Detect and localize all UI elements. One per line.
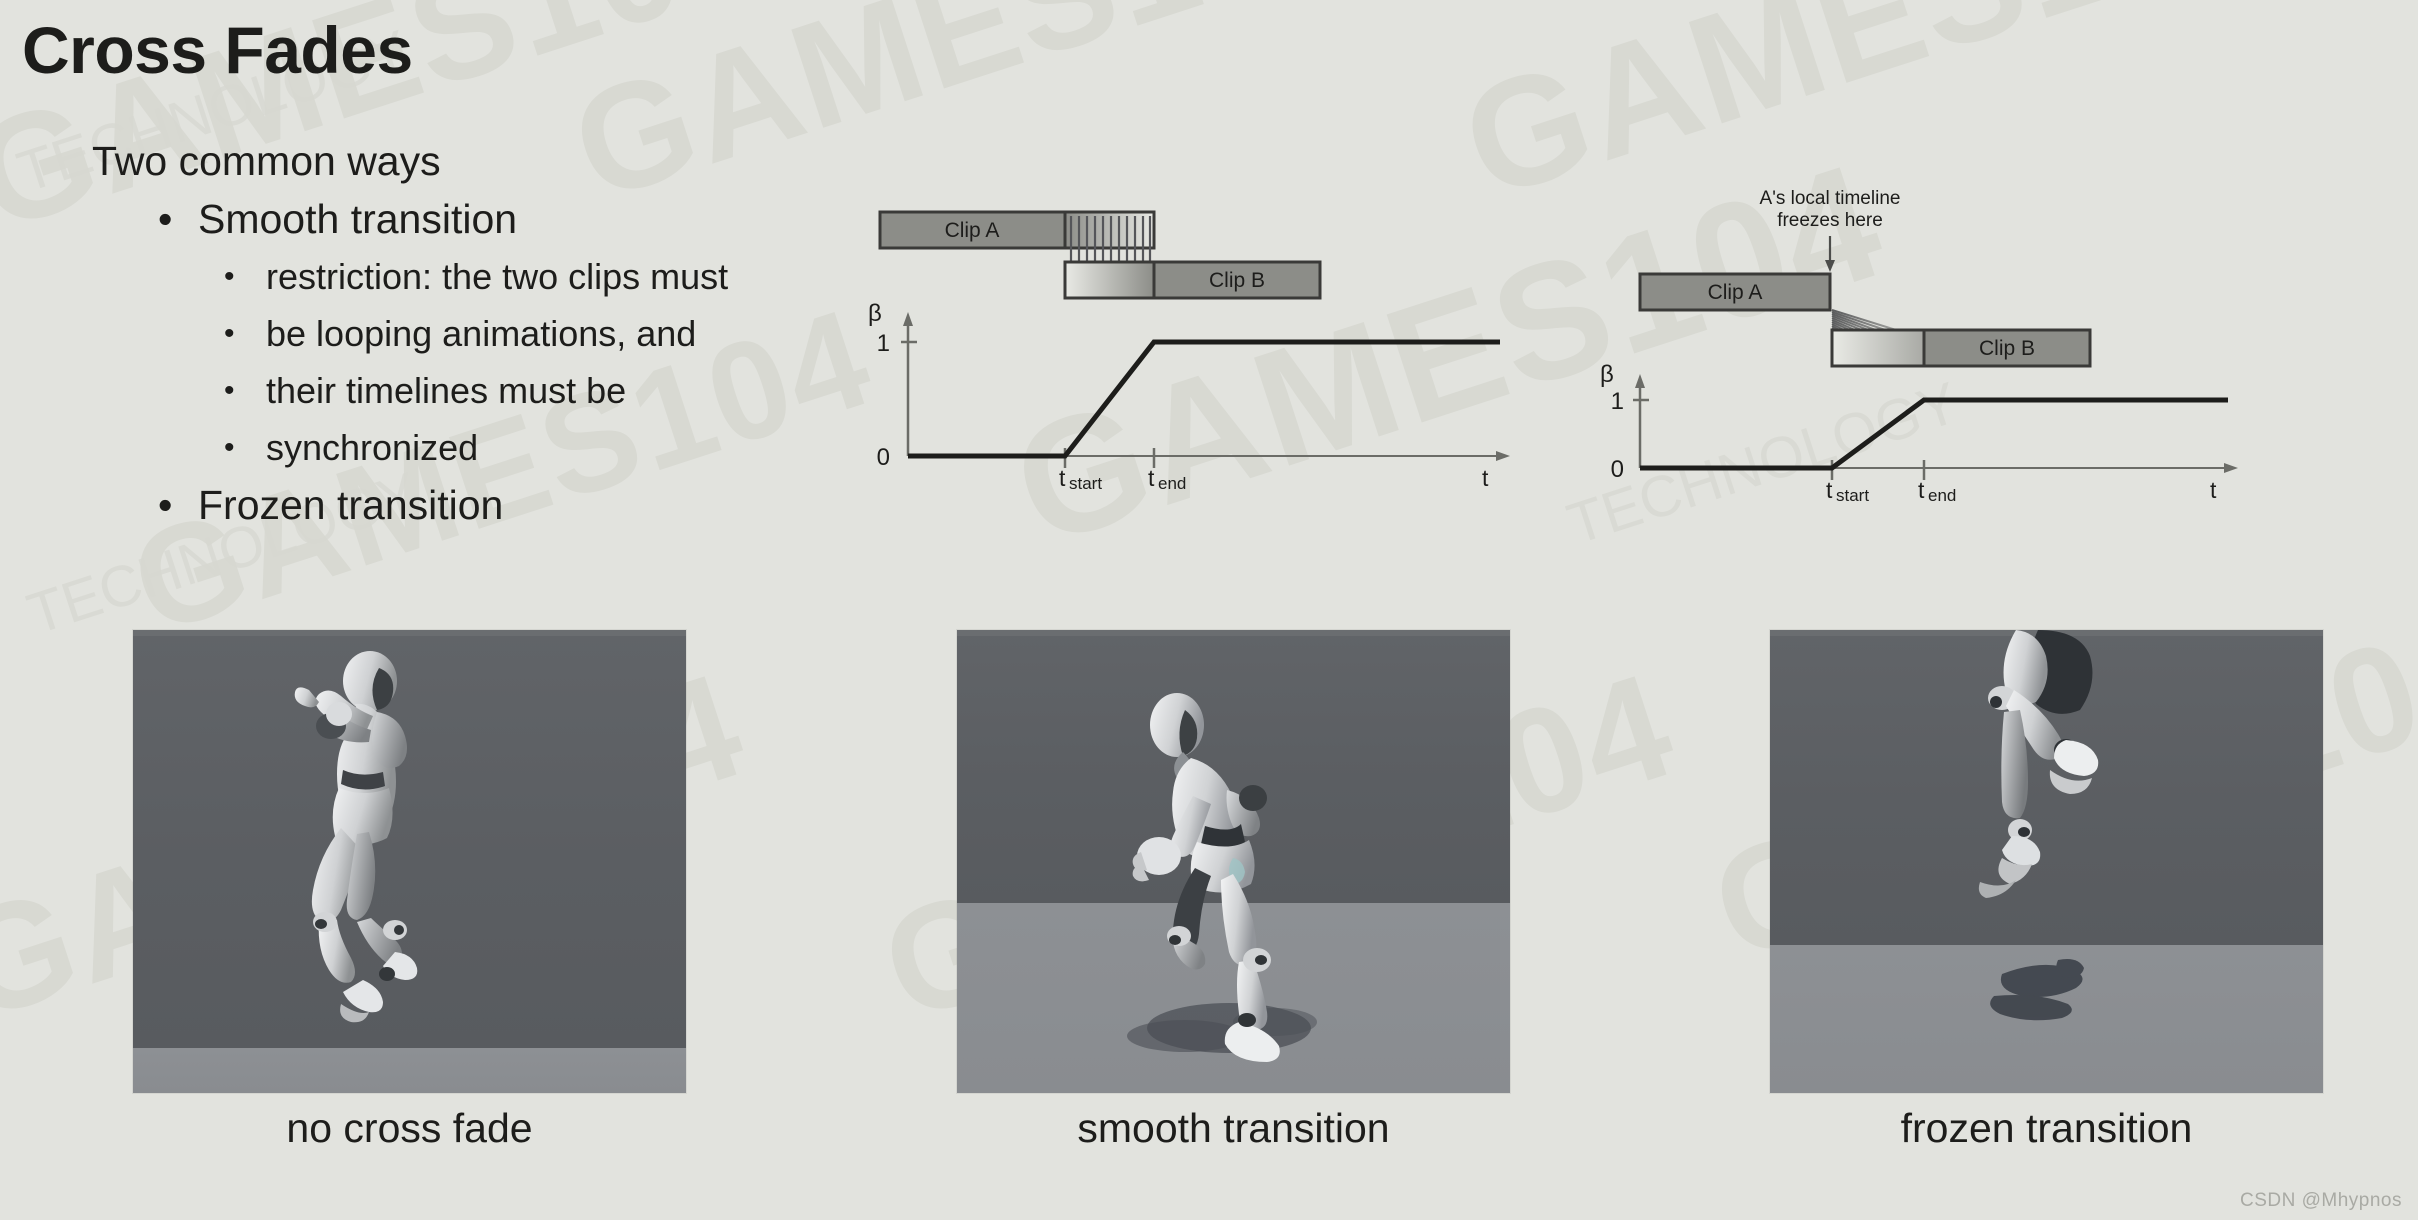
svg-text:start: start — [1836, 486, 1869, 505]
svg-text:t: t — [1826, 477, 1833, 503]
beta-curve-frozen — [1640, 397, 2228, 471]
bullet-restriction-line-3: • their timelines must be — [222, 362, 940, 419]
y-tick-1-smooth: 1 — [877, 330, 890, 357]
bullet-restriction-line-4-text: synchronized — [266, 427, 479, 468]
caption-smooth-transition: smooth transition — [1077, 1105, 1390, 1151]
beta-curve-smooth — [908, 339, 1500, 459]
annotation-arrowhead-icon — [1825, 260, 1835, 272]
panel-no-cross-fade — [133, 630, 686, 1093]
t-start-label-frozen: t start — [1826, 477, 1869, 505]
y-tick-0-frozen: 0 — [1611, 456, 1624, 483]
svg-text:end: end — [1158, 474, 1186, 493]
character-jump-pose — [294, 651, 418, 1023]
slide-canvas: GAMES104 GAMES104 GAMES104 GAMES104 GAME… — [0, 0, 2418, 1220]
bullet-restriction-line-2-text: be looping animations, and — [266, 313, 697, 354]
bullet-smooth-transition: Smooth transition — [158, 190, 940, 248]
credit-watermark: CSDN @Mhypnos — [2240, 1190, 2402, 1211]
t-axis-label-frozen: t — [2210, 477, 2217, 503]
clip-b-label-frozen: Clip B — [1979, 337, 2035, 360]
bullet-restriction-line-4: • synchronized — [222, 419, 940, 476]
clip-b-label-smooth: Clip B — [1209, 269, 1265, 292]
clip-a-label-smooth: Clip A — [945, 219, 1000, 242]
clip-a-label-frozen: Clip A — [1708, 281, 1763, 304]
beta-axis-label-smooth: β — [868, 300, 882, 327]
t-end-label-frozen: t end — [1918, 477, 1956, 505]
svg-text:end: end — [1928, 486, 1956, 505]
y-tick-0-smooth: 0 — [877, 444, 890, 471]
bullet-restriction-line-2: • be looping animations, and — [222, 305, 940, 362]
character-legs-cropped-pose — [1978, 630, 2099, 1021]
caption-no-cross-fade: no cross fade — [286, 1105, 533, 1151]
svg-text:freezes here: freezes here — [1777, 210, 1883, 231]
t-end-label-smooth: t end — [1148, 465, 1186, 493]
svg-text:t: t — [1918, 477, 1925, 503]
bullet-restriction-line-3-text: their timelines must be — [266, 370, 627, 411]
panel-smooth-transition — [957, 630, 1510, 1093]
smooth-transition-diagram: Clip A Clip B β 1 0 t start t end t — [860, 190, 1520, 520]
panel-frozen-transition — [1770, 630, 2323, 1093]
t-axis-label-smooth: t — [1482, 465, 1489, 491]
svg-text:A's local timeline: A's local timeline — [1760, 188, 1901, 209]
beta-axis-label-frozen: β — [1600, 361, 1614, 388]
bullet-restriction-line-1: restriction: the two clips must — [222, 248, 940, 305]
bullet-list: Two common ways Smooth transition restri… — [60, 132, 940, 534]
svg-text:start: start — [1069, 474, 1102, 493]
svg-text:t: t — [1059, 465, 1066, 491]
freeze-annotation: A's local timeline freezes here — [1760, 188, 1901, 231]
y-tick-1-frozen: 1 — [1611, 388, 1624, 415]
page-title: Cross Fades — [22, 13, 413, 87]
frozen-transition-diagram: A's local timeline freezes here Clip A C… — [1570, 178, 2250, 528]
bullet-frozen-transition: Frozen transition — [158, 476, 940, 534]
character-shadow — [1990, 959, 2084, 1021]
bullet-lead: Two common ways — [92, 138, 441, 184]
character-run-pose — [1127, 693, 1317, 1062]
t-start-label-smooth: t start — [1059, 465, 1102, 493]
svg-text:t: t — [1148, 465, 1155, 491]
caption-frozen-transition: frozen transition — [1900, 1105, 2193, 1151]
